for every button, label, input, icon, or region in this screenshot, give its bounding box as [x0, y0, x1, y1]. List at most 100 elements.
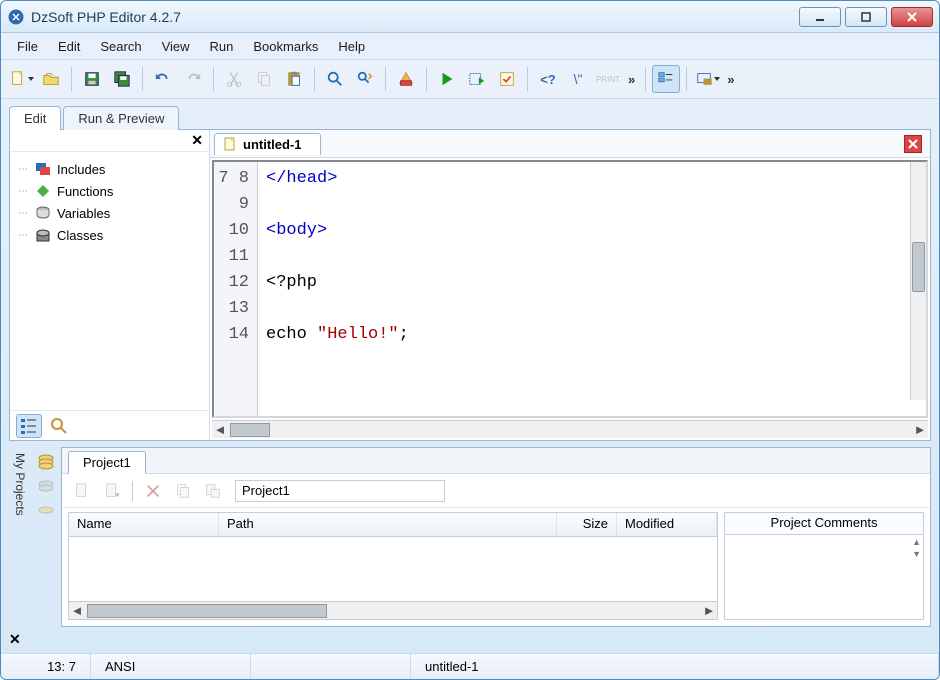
line-gutter: 7 8 9 10 11 12 13 14 — [214, 162, 258, 416]
menu-run[interactable]: Run — [202, 36, 242, 57]
find-replace-button[interactable] — [351, 65, 379, 93]
functions-icon — [35, 183, 51, 199]
view-tabs: Edit Run & Preview — [1, 99, 939, 129]
vertical-scrollbar[interactable] — [910, 162, 926, 400]
tree-view-button[interactable] — [16, 414, 42, 438]
titlebar: DzSoft PHP Editor 4.2.7 — [1, 1, 939, 33]
statusbar: 13: 7 ANSI untitled-1 — [1, 653, 939, 679]
php-tag-button[interactable]: <? — [534, 65, 562, 93]
tree-label: Classes — [57, 228, 103, 243]
comments-up-arrow[interactable]: ▲ — [912, 537, 921, 547]
tab-edit[interactable]: Edit — [9, 106, 61, 130]
scroll-left-arrow[interactable]: ◄ — [69, 603, 85, 618]
toolbar-overflow-2[interactable]: » — [723, 72, 738, 87]
menu-file[interactable]: File — [9, 36, 46, 57]
tab-run-preview[interactable]: Run & Preview — [63, 106, 179, 130]
minimize-button[interactable] — [799, 7, 841, 27]
code-editor[interactable]: 7 8 9 10 11 12 13 14 </head> <body> <?ph… — [212, 160, 928, 418]
comments-header: Project Comments — [725, 513, 923, 535]
string-button[interactable]: \" — [564, 65, 592, 93]
search-view-button[interactable] — [46, 414, 72, 438]
menu-bookmarks[interactable]: Bookmarks — [245, 36, 326, 57]
scrollbar-thumb[interactable] — [87, 604, 327, 618]
scrollbar-thumb[interactable] — [230, 423, 270, 437]
file-tab[interactable]: untitled-1 — [214, 133, 321, 155]
tree-item-functions[interactable]: ⋯ Functions — [18, 180, 201, 202]
separator — [132, 481, 133, 501]
open-file-button[interactable] — [37, 65, 65, 93]
comments-body[interactable]: ▲▼ — [725, 535, 923, 619]
project-single-icon[interactable] — [37, 501, 55, 519]
code-explorer-button[interactable] — [652, 65, 680, 93]
panel-close-icon[interactable]: ✕ — [191, 132, 203, 149]
tree-item-includes[interactable]: ⋯ Includes — [18, 158, 201, 180]
grid-scrollbar[interactable]: ◄ ► — [69, 601, 717, 619]
editor-area: untitled-1 7 8 9 10 11 12 13 14 </head> … — [210, 130, 930, 440]
classes-icon — [35, 227, 51, 243]
project-panel: My Projects Project1 Project1 — [9, 447, 931, 627]
variables-icon — [35, 205, 51, 221]
col-size[interactable]: Size — [557, 513, 617, 536]
project-tabs: Project1 — [62, 448, 930, 474]
print-button[interactable]: PRINT — [594, 65, 622, 93]
redo-button[interactable] — [179, 65, 207, 93]
includes-icon — [35, 161, 51, 177]
code-body[interactable]: </head> <body> <?php echo "Hello!"; — [258, 162, 926, 416]
tree-item-variables[interactable]: ⋯ Variables — [18, 202, 201, 224]
scroll-right-arrow[interactable]: ► — [701, 603, 717, 618]
application-window: DzSoft PHP Editor 4.2.7 File Edit Search… — [0, 0, 940, 680]
help-button[interactable] — [392, 65, 420, 93]
app-icon — [7, 8, 25, 26]
status-spacer — [251, 654, 411, 679]
project-add-file-button[interactable] — [68, 477, 96, 505]
separator — [686, 67, 687, 91]
scroll-right-arrow[interactable]: ► — [912, 422, 928, 437]
col-name[interactable]: Name — [69, 513, 219, 536]
save-all-button[interactable] — [108, 65, 136, 93]
main-area: ✕ ⋯ Includes ⋯ Functions ⋯ Variables — [9, 129, 931, 441]
status-position: 13: 7 — [1, 654, 91, 679]
menu-edit[interactable]: Edit — [50, 36, 88, 57]
toolbar-overflow[interactable]: » — [624, 72, 639, 87]
save-button[interactable] — [78, 65, 106, 93]
code-explorer-panel: ✕ ⋯ Includes ⋯ Functions ⋯ Variables — [10, 130, 210, 440]
run-button[interactable] — [433, 65, 461, 93]
validate-button[interactable] — [493, 65, 521, 93]
file-close-button[interactable] — [904, 135, 922, 153]
project-delete-button[interactable] — [139, 477, 167, 505]
tree-item-classes[interactable]: ⋯ Classes — [18, 224, 201, 246]
undo-button[interactable] — [149, 65, 177, 93]
copy-button[interactable] — [250, 65, 278, 93]
project-copy-button[interactable] — [169, 477, 197, 505]
col-path[interactable]: Path — [219, 513, 557, 536]
project-panel-close-icon[interactable]: ✕ — [9, 631, 21, 648]
menu-search[interactable]: Search — [92, 36, 149, 57]
options-button[interactable] — [693, 65, 721, 93]
maximize-button[interactable] — [845, 7, 887, 27]
project-add-button[interactable] — [98, 477, 126, 505]
menu-help[interactable]: Help — [330, 36, 373, 57]
project-tab[interactable]: Project1 — [68, 451, 146, 474]
col-modified[interactable]: Modified — [617, 513, 717, 536]
tree-label: Functions — [57, 184, 113, 199]
scroll-left-arrow[interactable]: ◄ — [212, 422, 228, 437]
project-name-field[interactable]: Project1 — [235, 480, 445, 502]
separator — [527, 67, 528, 91]
close-button[interactable] — [891, 7, 933, 27]
new-file-button[interactable] — [7, 65, 35, 93]
menu-view[interactable]: View — [154, 36, 198, 57]
left-panel-toolbar — [10, 410, 209, 440]
cut-button[interactable] — [220, 65, 248, 93]
project-paste-button[interactable] — [199, 477, 227, 505]
find-button[interactable] — [321, 65, 349, 93]
comments-down-arrow[interactable]: ▼ — [912, 549, 921, 559]
horizontal-scrollbar[interactable]: ◄ ► — [212, 420, 928, 438]
run-select-button[interactable] — [463, 65, 491, 93]
scrollbar-thumb[interactable] — [912, 242, 925, 292]
grid-header: Name Path Size Modified — [69, 513, 717, 537]
paste-button[interactable] — [280, 65, 308, 93]
project-stack-icon[interactable] — [37, 453, 55, 471]
project-layer-icon[interactable] — [37, 477, 55, 495]
grid-body[interactable] — [69, 537, 717, 601]
window-controls — [799, 7, 933, 27]
